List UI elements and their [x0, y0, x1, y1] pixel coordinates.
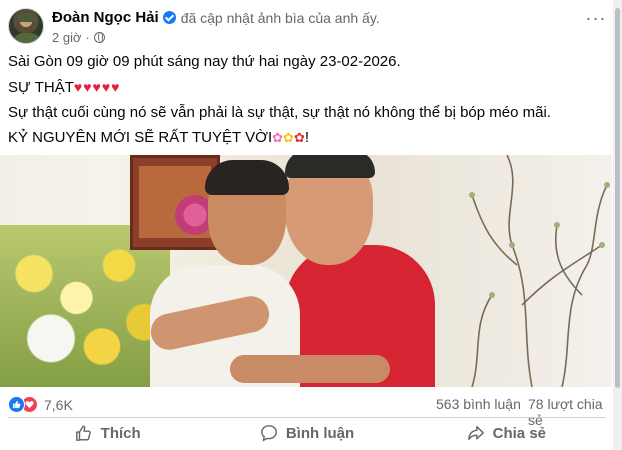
globe-icon[interactable]	[93, 32, 105, 43]
reactions-summary[interactable]: 7,6K	[8, 396, 73, 413]
photo-branches	[469, 155, 610, 387]
thumbs-up-icon	[75, 425, 91, 441]
post-stats: 7,6K 563 bình luận 78 lượt chia sẻ	[8, 396, 606, 428]
like-button-label: Thích	[100, 424, 141, 442]
feed-post: Đoàn Ngọc Hải đã cập nhật ảnh bìa của an…	[0, 0, 612, 450]
more-options-button[interactable]: ···	[584, 9, 608, 32]
comment-button[interactable]: Bình luận	[207, 420, 406, 446]
scrollbar-thumb[interactable]	[615, 8, 620, 388]
post-line-3: Sự thật cuối cùng nó sẽ vẫn phải là sự t…	[8, 104, 551, 121]
photo-person-right-hair	[285, 155, 375, 178]
cover-photo[interactable]	[0, 155, 612, 387]
author-name-link[interactable]: Đoàn Ngọc Hải	[52, 9, 159, 26]
post-action-text: đã cập nhật ảnh bìa của anh ấy.	[180, 9, 380, 26]
hibiscus-emoji-icon: ✿	[293, 130, 305, 145]
stats-divider	[8, 417, 606, 418]
reaction-count: 7,6K	[44, 396, 73, 413]
post-message: Sài Gòn 09 giờ 09 phút sáng nay thứ hai …	[8, 52, 606, 153]
post-line-4-suffix: !	[304, 129, 310, 146]
post-line-4: KỶ NGUYÊN MỚI SẼ RẤT TUYỆT VỜI✿✿✿!	[8, 128, 606, 148]
meta-separator: ·	[85, 30, 90, 45]
comment-bubble-icon	[260, 425, 277, 442]
cherry-blossom-emoji-icon: ✿	[272, 130, 284, 145]
red-heart-emoji-icon: ♥♥♥♥♥	[73, 79, 121, 95]
post-action-bar: Thích Bình luận Chia sẻ	[8, 420, 606, 446]
post-line-2: SỰ THẬT♥♥♥♥♥	[8, 77, 606, 98]
author-avatar[interactable]	[8, 8, 44, 44]
comment-count-link[interactable]: 563 bình luận	[436, 396, 521, 412]
avatar-torso	[12, 33, 42, 43]
post-timestamp[interactable]: 2 giờ	[52, 30, 82, 45]
post-line-4-text: KỶ NGUYÊN MỚI SẼ RẤT TUYỆT VỜI	[8, 129, 273, 146]
post-line-2-text: SỰ THẬT	[8, 79, 74, 96]
photo-arm-2	[230, 355, 390, 383]
comment-button-label: Bình luận	[285, 424, 355, 442]
author-row: Đoàn Ngọc Hải đã cập nhật ảnh bìa của an…	[52, 9, 380, 26]
like-button[interactable]: Thích	[8, 420, 207, 446]
photo-person-left-hair	[205, 160, 289, 195]
avatar-cap	[17, 13, 37, 22]
post-line-1: Sài Gòn 09 giờ 09 phút sáng nay thứ hai …	[8, 53, 401, 70]
share-button-label: Chia sẻ	[492, 424, 546, 442]
verified-badge-icon	[162, 11, 176, 24]
sunflower-emoji-icon: ✿	[283, 130, 294, 145]
share-button[interactable]: Chia sẻ	[407, 420, 606, 446]
post-meta: 2 giờ ·	[52, 30, 105, 45]
share-arrow-icon	[467, 425, 484, 441]
like-reaction-icon	[8, 396, 25, 413]
